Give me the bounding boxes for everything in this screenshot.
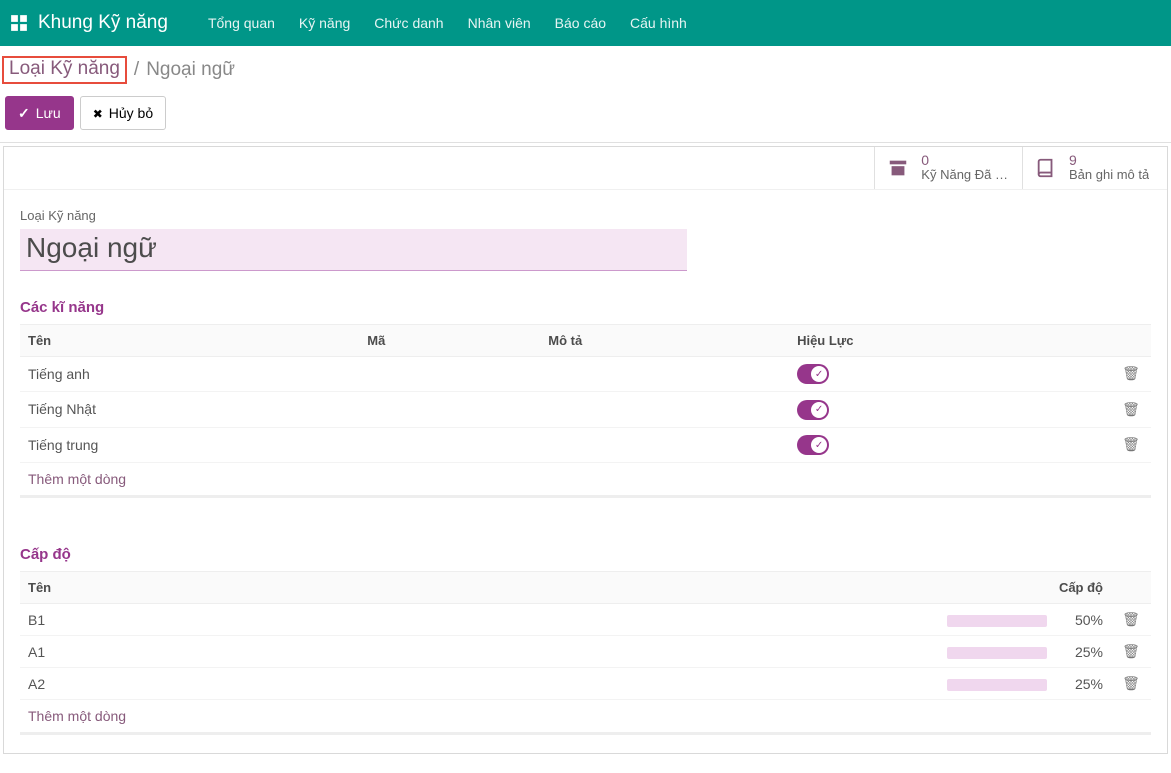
- progress-percent: 25%: [1063, 644, 1103, 660]
- breadcrumb-current: Ngoại ngữ: [146, 59, 235, 81]
- col-header-name[interactable]: Tên: [20, 324, 359, 356]
- add-line-levels[interactable]: Thêm một dòng: [20, 700, 1151, 735]
- action-buttons: Lưu Hủy bỏ: [0, 84, 1171, 142]
- book-icon: [1035, 157, 1057, 179]
- close-icon: [93, 105, 103, 121]
- col-header-delete: [1111, 324, 1151, 356]
- stat-buttons: 0 Kỹ Năng Đã … 9 Bản ghi mô tả: [4, 147, 1167, 190]
- discard-button-label: Hủy bỏ: [109, 105, 153, 121]
- skill-type-input[interactable]: [20, 229, 687, 271]
- cell-level[interactable]: 25%: [851, 668, 1111, 700]
- cell-name[interactable]: A2: [20, 668, 851, 700]
- col-header-active[interactable]: Hiệu Lực: [789, 324, 1111, 356]
- trash-icon[interactable]: [1122, 436, 1140, 452]
- table-row[interactable]: B1 50%: [20, 604, 1151, 636]
- col-header-delete: [1111, 572, 1151, 604]
- nav-link[interactable]: Chức danh: [374, 15, 443, 31]
- cell-name[interactable]: Tiếng trung: [20, 427, 359, 463]
- trash-icon[interactable]: [1122, 675, 1140, 691]
- active-toggle[interactable]: ✓: [797, 435, 829, 455]
- nav-link[interactable]: Kỹ năng: [299, 15, 350, 31]
- breadcrumb-bar: Loại Kỹ năng / Ngoại ngữ: [0, 46, 1171, 84]
- trash-icon[interactable]: [1122, 643, 1140, 659]
- breadcrumb-separator: /: [134, 59, 139, 81]
- cell-name[interactable]: Tiếng Nhật: [20, 392, 359, 428]
- table-row[interactable]: Tiếng trung ✓: [20, 427, 1151, 463]
- cell-code[interactable]: [359, 392, 540, 428]
- progress-bar: [947, 679, 1047, 691]
- apps-icon[interactable]: [10, 14, 28, 32]
- col-header-level[interactable]: Cấp độ: [851, 572, 1111, 604]
- cell-level[interactable]: 50%: [851, 604, 1111, 636]
- breadcrumb: Loại Kỹ năng / Ngoại ngữ: [2, 56, 235, 84]
- app-brand-label: Khung Kỹ năng: [38, 12, 168, 34]
- cell-level[interactable]: 25%: [851, 636, 1111, 668]
- col-header-desc[interactable]: Mô tả: [540, 324, 789, 356]
- stat-count: 9: [1069, 153, 1149, 168]
- stat-label: Kỹ Năng Đã …: [921, 168, 1008, 182]
- field-label-skill-type: Loại Kỹ năng: [20, 208, 1151, 223]
- app-brand[interactable]: Khung Kỹ năng: [10, 12, 168, 34]
- stat-skills-registered[interactable]: 0 Kỹ Năng Đã …: [874, 147, 1022, 189]
- levels-table: Tên Cấp độ B1 50% A1 25% A2 25%: [20, 571, 1151, 700]
- cell-desc[interactable]: [540, 427, 789, 463]
- nav-link[interactable]: Nhân viên: [468, 15, 531, 31]
- breadcrumb-parent[interactable]: Loại Kỹ năng: [2, 56, 127, 84]
- cell-name[interactable]: Tiếng anh: [20, 356, 359, 392]
- table-row[interactable]: Tiếng Nhật ✓: [20, 392, 1151, 428]
- cell-code[interactable]: [359, 356, 540, 392]
- archive-icon: [887, 157, 909, 179]
- section-title-skills: Các kĩ năng: [20, 299, 1151, 316]
- form-sheet: 0 Kỹ Năng Đã … 9 Bản ghi mô tả Loại Kỹ n…: [3, 146, 1168, 754]
- trash-icon[interactable]: [1122, 365, 1140, 381]
- cell-desc[interactable]: [540, 392, 789, 428]
- cell-active: ✓: [789, 427, 1111, 463]
- check-icon: [18, 105, 30, 122]
- discard-button[interactable]: Hủy bỏ: [80, 96, 166, 130]
- active-toggle[interactable]: ✓: [797, 400, 829, 420]
- nav-link[interactable]: Tổng quan: [208, 15, 275, 31]
- stat-label: Bản ghi mô tả: [1069, 168, 1149, 182]
- cell-desc[interactable]: [540, 356, 789, 392]
- progress-bar: [947, 615, 1047, 627]
- active-toggle[interactable]: ✓: [797, 364, 829, 384]
- save-button[interactable]: Lưu: [5, 96, 74, 130]
- stat-desc-records[interactable]: 9 Bản ghi mô tả: [1022, 147, 1167, 189]
- cell-name[interactable]: B1: [20, 604, 851, 636]
- save-button-label: Lưu: [36, 105, 61, 121]
- nav-link[interactable]: Báo cáo: [555, 15, 606, 31]
- cell-active: ✓: [789, 392, 1111, 428]
- skills-table: Tên Mã Mô tả Hiệu Lực Tiếng anh✓Tiếng Nh…: [20, 324, 1151, 464]
- trash-icon[interactable]: [1122, 401, 1140, 417]
- cell-active: ✓: [789, 356, 1111, 392]
- progress-percent: 50%: [1063, 612, 1103, 628]
- add-line-skills[interactable]: Thêm một dòng: [20, 463, 1151, 498]
- table-row[interactable]: A2 25%: [20, 668, 1151, 700]
- nav-link[interactable]: Cấu hình: [630, 15, 687, 31]
- trash-icon[interactable]: [1122, 611, 1140, 627]
- progress-bar: [947, 647, 1047, 659]
- col-header-code[interactable]: Mã: [359, 324, 540, 356]
- col-header-name[interactable]: Tên: [20, 572, 851, 604]
- stat-count: 0: [921, 153, 1008, 168]
- section-title-levels: Cấp độ: [20, 546, 1151, 563]
- cell-name[interactable]: A1: [20, 636, 851, 668]
- table-row[interactable]: Tiếng anh ✓: [20, 356, 1151, 392]
- progress-percent: 25%: [1063, 676, 1103, 692]
- cell-code[interactable]: [359, 427, 540, 463]
- table-row[interactable]: A1 25%: [20, 636, 1151, 668]
- top-nav: Khung Kỹ năng Tổng quan Kỹ năng Chức danh N…: [0, 0, 1171, 46]
